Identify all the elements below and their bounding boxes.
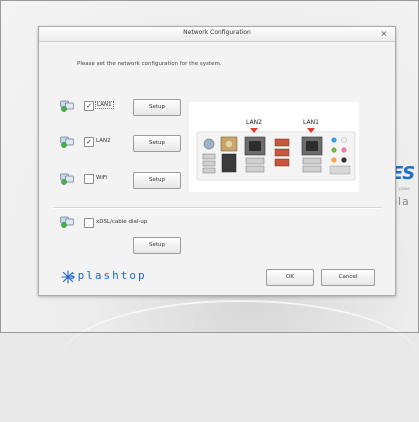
xdsl-checkbox[interactable] xyxy=(84,218,94,228)
instruction-text: Please set the network configuration for… xyxy=(77,61,222,67)
background-brand-tagline-partial: powe xyxy=(399,186,410,191)
splashtop-logo-text: splashtop xyxy=(69,269,147,282)
network-connection-icon xyxy=(60,100,74,112)
section-separator xyxy=(53,207,381,209)
ok-button[interactable]: OK xyxy=(266,269,314,286)
wifi-label: WiFi xyxy=(96,175,108,181)
lan1-checkbox[interactable]: ✓ xyxy=(84,101,94,111)
rear-port-panel-drawing xyxy=(196,128,356,181)
xdsl-setup-button[interactable]: Setup xyxy=(133,237,181,254)
wifi-setup-button[interactable]: Setup xyxy=(133,172,181,189)
cancel-button[interactable]: Cancel xyxy=(321,269,375,286)
dialog-titlebar[interactable]: Network Configuration × xyxy=(39,27,395,42)
network-connection-icon xyxy=(60,173,74,185)
rear-port-panel-illustration: LAN2 LAN1 xyxy=(189,102,359,192)
xdsl-label: xDSL/cable dial-up xyxy=(96,219,148,225)
close-button[interactable]: × xyxy=(378,28,390,39)
lan1-label: LAN1 xyxy=(95,101,114,109)
lan2-setup-button[interactable]: Setup xyxy=(133,135,181,152)
network-connection-icon xyxy=(60,216,74,228)
port-lan2-label: LAN2 xyxy=(246,119,262,126)
lan2-label: LAN2 xyxy=(96,138,111,144)
dialog-title: Network Configuration xyxy=(183,29,251,36)
network-configuration-dialog: Network Configuration × Please set the n… xyxy=(38,26,396,296)
lan1-setup-button[interactable]: Setup xyxy=(133,99,181,116)
lan2-checkbox[interactable]: ✓ xyxy=(84,137,94,147)
network-connection-icon xyxy=(60,136,74,148)
wifi-checkbox[interactable] xyxy=(84,174,94,184)
port-lan1-label: LAN1 xyxy=(303,119,319,126)
background-swoosh xyxy=(60,300,419,422)
